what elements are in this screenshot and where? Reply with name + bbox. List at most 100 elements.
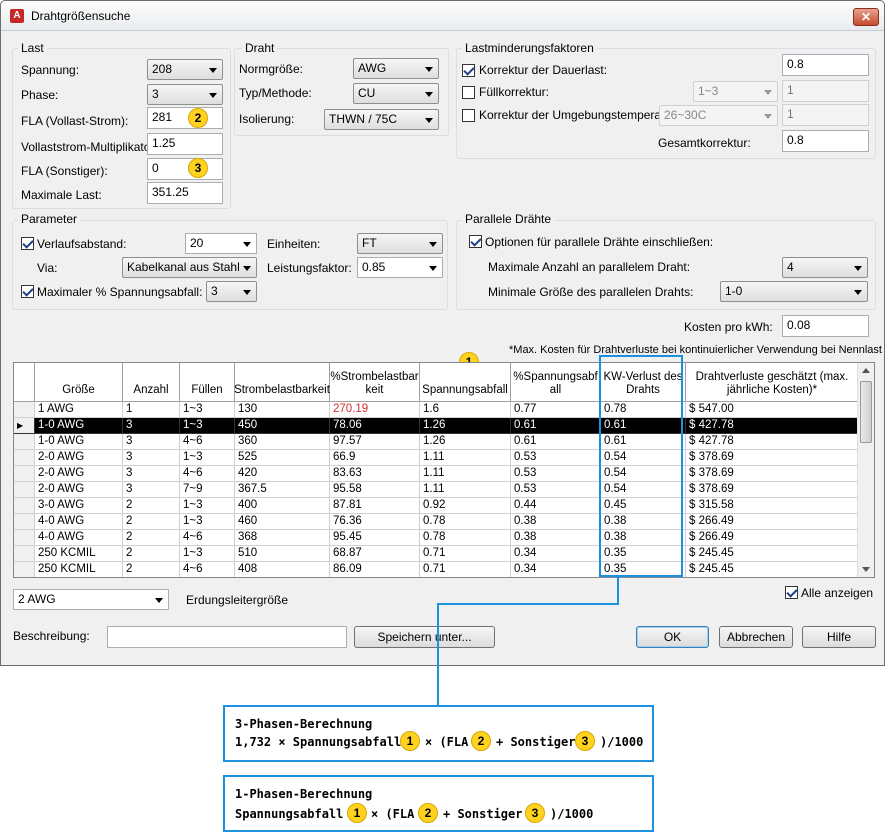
header-anzahl[interactable]: Anzahl xyxy=(123,363,180,402)
cell-kosten: $ 427.78 xyxy=(686,434,858,450)
cell-pct-strom: 78.06 xyxy=(330,418,420,434)
ok-button[interactable]: OK xyxy=(636,626,709,648)
cell-strom: 367.5 xyxy=(235,482,330,498)
maxspan-select[interactable]: 3 xyxy=(206,281,257,302)
verlauf-checkbox[interactable] xyxy=(21,237,34,250)
scroll-thumb[interactable] xyxy=(860,381,872,443)
scroll-up-icon[interactable] xyxy=(862,368,870,373)
parallel-max-select[interactable]: 4 xyxy=(782,257,868,278)
fla-other-input[interactable]: 0 xyxy=(147,158,223,180)
cell-pct-abfall: 0.61 xyxy=(511,434,601,450)
cell-abfall: 0.71 xyxy=(420,562,511,577)
norm-select[interactable]: AWG xyxy=(353,58,439,79)
row-selector[interactable] xyxy=(14,498,35,514)
row-selector[interactable] xyxy=(14,434,35,450)
cell-pct-strom: 66.9 xyxy=(330,450,420,466)
parallel-group-title: Parallele Drähte xyxy=(462,212,555,226)
parallel-min-select[interactable]: 1-0 xyxy=(720,281,868,302)
cell-pct-strom: 95.58 xyxy=(330,482,420,498)
mult-input[interactable]: 1.25 xyxy=(147,133,223,155)
header-fuellen[interactable]: Füllen xyxy=(180,363,235,402)
alle-checkbox[interactable] xyxy=(785,586,798,599)
header-groesse[interactable]: Größe xyxy=(35,363,123,402)
cell-groesse: 2-0 AWG xyxy=(35,466,123,482)
cell-abfall: 1.11 xyxy=(420,482,511,498)
header-strom[interactable]: Strombelastbarkeit xyxy=(234,363,330,402)
cell-fuellen: 1~3 xyxy=(180,418,235,434)
one-phase-part-c: + Sonstiger xyxy=(443,807,523,821)
save-as-button[interactable]: Speichern unter... xyxy=(354,626,495,648)
einheiten-select[interactable]: FT xyxy=(357,233,443,254)
maxspan-value: 3 xyxy=(211,284,218,298)
cell-groesse: 3-0 AWG xyxy=(35,498,123,514)
row-selector[interactable] xyxy=(14,402,35,418)
table-scrollbar[interactable] xyxy=(857,363,874,577)
pf-select[interactable]: 0.85 xyxy=(357,257,443,278)
iso-select[interactable]: THWN / 75C xyxy=(324,109,439,130)
chevron-down-icon xyxy=(425,67,433,72)
row-selector[interactable] xyxy=(14,482,35,498)
cell-kosten: $ 547.00 xyxy=(686,402,858,418)
fla-input[interactable]: 281 xyxy=(147,107,223,129)
dauer-input[interactable]: 0.8 xyxy=(782,54,869,76)
draht-group-title: Draht xyxy=(242,41,278,55)
row-selector[interactable] xyxy=(14,562,35,577)
cell-strom: 450 xyxy=(235,418,330,434)
badge-three: 3 xyxy=(525,803,545,823)
cell-pct-abfall: 0.44 xyxy=(511,498,601,514)
header-abfall[interactable]: Spannungsabfall xyxy=(420,363,511,402)
row-selector[interactable] xyxy=(14,466,35,482)
typ-label: Typ/Methode: xyxy=(239,86,312,100)
results-table: Größe Anzahl Füllen Strombelastbarkeit %… xyxy=(13,362,875,578)
header-kosten[interactable]: Drahtverluste geschätzt (max. jährliche … xyxy=(686,363,858,402)
row-selector[interactable] xyxy=(14,546,35,562)
cell-groesse: 4-0 AWG xyxy=(35,530,123,546)
chevron-down-icon xyxy=(764,114,772,119)
cell-anzahl: 3 xyxy=(123,434,180,450)
close-button[interactable]: ✕ xyxy=(853,8,879,26)
row-selector[interactable] xyxy=(14,530,35,546)
header-pct-abfall[interactable]: %Spannungsabfall xyxy=(511,363,601,402)
beschreibung-input[interactable] xyxy=(107,626,347,648)
temp-label: Korrektur der Umgebungstemperatur: xyxy=(479,108,679,122)
maxspan-checkbox[interactable] xyxy=(21,285,34,298)
spannung-label: Spannung: xyxy=(21,63,80,77)
cell-abfall: 0.92 xyxy=(420,498,511,514)
parallel-min-label: Minimale Größe des parallelen Drahts: xyxy=(488,285,694,299)
cell-anzahl: 3 xyxy=(123,466,180,482)
via-select[interactable]: Kabelkanal aus Stahl xyxy=(122,257,257,278)
typ-select[interactable]: CU xyxy=(353,83,439,104)
cell-anzahl: 3 xyxy=(123,482,180,498)
pf-label: Leistungsfaktor: xyxy=(267,261,352,275)
fla-other-label: FLA (Sonstiger): xyxy=(21,164,108,178)
cell-fuellen: 7~9 xyxy=(180,482,235,498)
help-button[interactable]: Hilfe xyxy=(802,626,876,648)
cell-pct-strom: 76.36 xyxy=(330,514,420,530)
row-selector[interactable] xyxy=(14,514,35,530)
cell-strom: 400 xyxy=(235,498,330,514)
dauer-checkbox[interactable] xyxy=(462,64,475,77)
cancel-button[interactable]: Abbrechen xyxy=(719,626,793,648)
verlauf-select[interactable]: 20 xyxy=(185,233,257,254)
phase-label: Phase: xyxy=(21,88,59,102)
chevron-down-icon xyxy=(425,92,433,97)
three-phase-part-a: 1,732 × Spannungsabfall xyxy=(235,735,402,749)
scroll-down-icon[interactable] xyxy=(862,567,870,572)
chevron-down-icon xyxy=(155,598,163,603)
parallel-checkbox[interactable] xyxy=(469,235,482,248)
kosten-input[interactable]: 0.08 xyxy=(782,315,869,337)
phase-select[interactable]: 3 xyxy=(147,84,223,105)
max-last-field: 351.25 xyxy=(147,182,223,204)
chevron-down-icon xyxy=(209,93,217,98)
row-selector[interactable]: ▶ xyxy=(14,418,35,434)
erdung-select[interactable]: 2 AWG xyxy=(13,589,169,610)
three-phase-part-b: × (FLA xyxy=(425,735,469,749)
temp-checkbox[interactable] xyxy=(462,109,475,122)
fuell-checkbox[interactable] xyxy=(462,86,475,99)
mult-label: Vollaststrom-Multiplikator: xyxy=(21,140,158,154)
badge-two: 2 xyxy=(188,108,208,128)
spannung-select[interactable]: 208 xyxy=(147,59,223,80)
title-bar: A Drahtgrößensuche ✕ xyxy=(1,1,884,31)
header-pct-strom[interactable]: %Strombelastbarkeit xyxy=(330,363,420,402)
row-selector[interactable] xyxy=(14,450,35,466)
